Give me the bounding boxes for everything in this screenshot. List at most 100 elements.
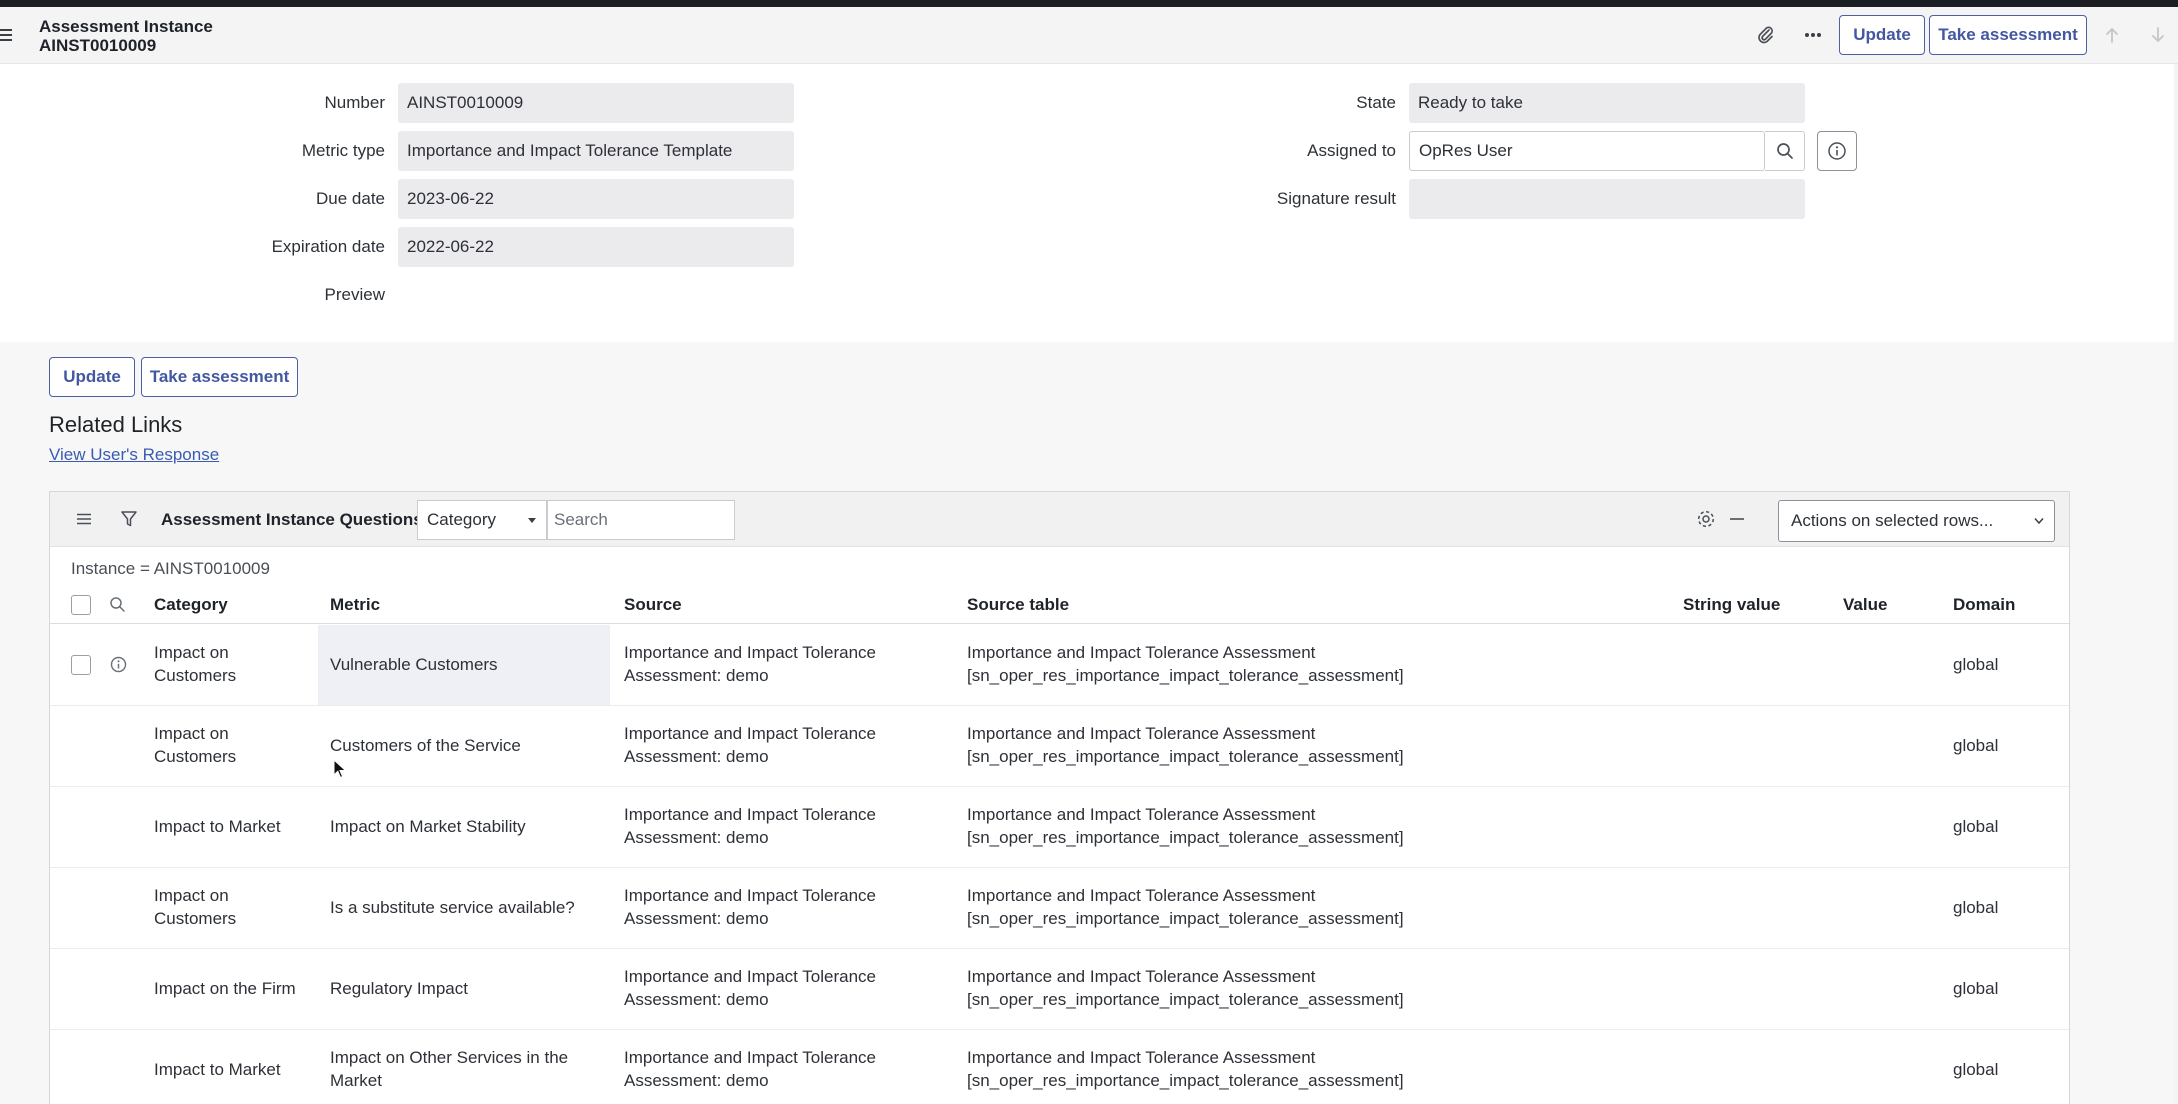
- source-table-cell[interactable]: Importance and Impact Tolerance Assessme…: [967, 803, 1404, 849]
- source-cell[interactable]: Importance and Impact Tolerance Assessmen…: [624, 1046, 876, 1092]
- category-cell[interactable]: Impact on the Firm: [154, 977, 296, 1000]
- source-table-cell[interactable]: Importance and Impact Tolerance Assessme…: [967, 1046, 1404, 1092]
- list-menu-icon[interactable]: [70, 505, 98, 533]
- source-table-cell[interactable]: Importance and Impact Tolerance Assessme…: [967, 884, 1404, 930]
- form-take-assessment-button[interactable]: Take assessment: [141, 357, 298, 397]
- arrow-down-icon[interactable]: [2143, 15, 2173, 55]
- metric-type-label: Metric type: [301, 141, 385, 160]
- actions-select[interactable]: Actions on selected rows...: [1778, 500, 2055, 542]
- domain-cell[interactable]: global: [1953, 977, 1998, 1000]
- mouse-cursor-icon: [333, 759, 347, 779]
- assigned-to-label: Assigned to: [1307, 141, 1396, 160]
- metric-cell[interactable]: Vulnerable Customers: [330, 653, 498, 676]
- table-row[interactable]: Impact on Customers Is a substitute servi…: [50, 868, 2069, 949]
- related-area: Update Take assessment Related Links Vie…: [0, 342, 2178, 1104]
- source-cell[interactable]: Importance and Impact Tolerance Assessmen…: [624, 884, 876, 930]
- assigned-to-lookup-button[interactable]: [1765, 131, 1805, 171]
- row-checkbox[interactable]: [71, 655, 91, 675]
- funnel-icon[interactable]: [115, 505, 143, 533]
- window-right-edge: [2174, 64, 2178, 1104]
- category-cell[interactable]: Impact on Customers: [154, 884, 236, 930]
- info-icon: [1828, 142, 1846, 160]
- metric-type-field[interactable]: Importance and Impact Tolerance Template: [398, 131, 794, 171]
- window-top-bar: [0, 0, 2178, 7]
- info-icon[interactable]: [110, 656, 127, 678]
- chevron-down-icon: [2034, 518, 2044, 525]
- column-header-domain[interactable]: Domain: [1953, 595, 2015, 615]
- select-all-checkbox[interactable]: [71, 595, 91, 615]
- domain-cell[interactable]: global: [1953, 734, 1998, 757]
- table-row[interactable]: Impact to Market Impact on Other Service…: [50, 1030, 2069, 1104]
- table-row[interactable]: Impact on Customers Customers of the Serv…: [50, 706, 2069, 787]
- hamburger-icon[interactable]: [0, 29, 14, 43]
- minus-icon[interactable]: [1723, 505, 1751, 533]
- questions-list: Assessment Instance Questions Category A…: [49, 491, 2070, 1104]
- metric-cell[interactable]: Regulatory Impact: [330, 977, 468, 1000]
- list-toolbar: Assessment Instance Questions Category A…: [50, 492, 2069, 547]
- source-cell[interactable]: Importance and Impact Tolerance Assessmen…: [624, 722, 876, 768]
- source-table-cell[interactable]: Importance and Impact Tolerance Assessme…: [967, 722, 1404, 768]
- header-take-assessment-button[interactable]: Take assessment: [1929, 15, 2087, 55]
- assessment-form: Number AINST0010009 Metric type Importan…: [0, 64, 2178, 342]
- assigned-to-info-button[interactable]: [1817, 131, 1857, 171]
- source-table-cell[interactable]: Importance and Impact Tolerance Assessme…: [967, 641, 1404, 687]
- source-table-cell[interactable]: Importance and Impact Tolerance Assessme…: [967, 965, 1404, 1011]
- metric-cell[interactable]: Impact on Market Stability: [330, 815, 526, 838]
- record-header: Assessment Instance AINST0010009 Update …: [0, 7, 2178, 64]
- assigned-to-field[interactable]: OpRes User: [1409, 131, 1765, 171]
- domain-cell[interactable]: global: [1953, 1058, 1998, 1081]
- arrow-up-icon[interactable]: [2097, 15, 2127, 55]
- table-row[interactable]: Impact on Customers Vulnerable Customers …: [50, 625, 2069, 706]
- category-cell[interactable]: Impact on Customers: [154, 722, 236, 768]
- record-title: Assessment Instance AINST0010009: [39, 17, 213, 55]
- column-header-category[interactable]: Category: [154, 595, 228, 615]
- metric-cell[interactable]: Impact on Other Services in the Market: [330, 1046, 568, 1092]
- domain-cell[interactable]: global: [1953, 653, 1998, 676]
- metric-cell[interactable]: Customers of the Service: [330, 734, 521, 757]
- form-update-button[interactable]: Update: [49, 357, 135, 397]
- table-row[interactable]: Impact to Market Impact on Market Stabil…: [50, 787, 2069, 868]
- list-search-input[interactable]: [547, 500, 735, 540]
- list-filter-breadcrumb[interactable]: Instance = AINST0010009: [71, 559, 270, 579]
- list-header-row: Category Metric Source Source table Stri…: [50, 586, 2069, 624]
- state-field[interactable]: Ready to take: [1409, 83, 1805, 123]
- due-date-label: Due date: [316, 189, 385, 208]
- record-number-label: AINST0010009: [39, 36, 157, 55]
- gear-icon[interactable]: [1692, 505, 1720, 533]
- signature-result-field[interactable]: [1409, 179, 1805, 219]
- domain-cell[interactable]: global: [1953, 896, 1998, 919]
- category-cell[interactable]: Impact on Customers: [154, 641, 236, 687]
- due-date-field[interactable]: 2023-06-22: [398, 179, 794, 219]
- number-field[interactable]: AINST0010009: [398, 83, 794, 123]
- preview-label: Preview: [324, 285, 385, 304]
- domain-cell[interactable]: global: [1953, 815, 1998, 838]
- list-title: Assessment Instance Questions: [161, 510, 423, 529]
- search-icon[interactable]: [109, 596, 126, 618]
- metric-cell[interactable]: Is a substitute service available?: [330, 896, 575, 919]
- source-cell[interactable]: Importance and Impact Tolerance Assessmen…: [624, 965, 876, 1011]
- expiration-date-label: Expiration date: [271, 237, 385, 256]
- column-header-string-value[interactable]: String value: [1683, 595, 1780, 615]
- column-header-source-table[interactable]: Source table: [967, 595, 1069, 615]
- state-label: State: [1356, 93, 1396, 112]
- preview-field: [398, 285, 438, 305]
- ellipsis-icon[interactable]: [1798, 15, 1828, 55]
- actions-select-value: Actions on selected rows...: [1791, 511, 1994, 530]
- header-update-button[interactable]: Update: [1839, 15, 1925, 55]
- search-icon: [1776, 143, 1793, 159]
- column-header-metric[interactable]: Metric: [330, 595, 380, 615]
- table-row[interactable]: Impact on the Firm Regulatory Impact Imp…: [50, 949, 2069, 1030]
- chevron-down-icon: [528, 518, 536, 523]
- paperclip-icon[interactable]: [1751, 15, 1781, 55]
- expiration-date-field[interactable]: 2022-06-22: [398, 227, 794, 267]
- column-header-value[interactable]: Value: [1843, 595, 1887, 615]
- record-type-label: Assessment Instance: [39, 17, 213, 36]
- source-cell[interactable]: Importance and Impact Tolerance Assessmen…: [624, 803, 876, 849]
- number-label: Number: [324, 93, 385, 112]
- source-cell[interactable]: Importance and Impact Tolerance Assessmen…: [624, 641, 876, 687]
- column-header-source[interactable]: Source: [624, 595, 682, 615]
- category-cell[interactable]: Impact to Market: [154, 1058, 281, 1081]
- view-users-response-link[interactable]: View User's Response: [49, 445, 219, 465]
- search-field-select[interactable]: Category: [417, 500, 547, 540]
- category-cell[interactable]: Impact to Market: [154, 815, 281, 838]
